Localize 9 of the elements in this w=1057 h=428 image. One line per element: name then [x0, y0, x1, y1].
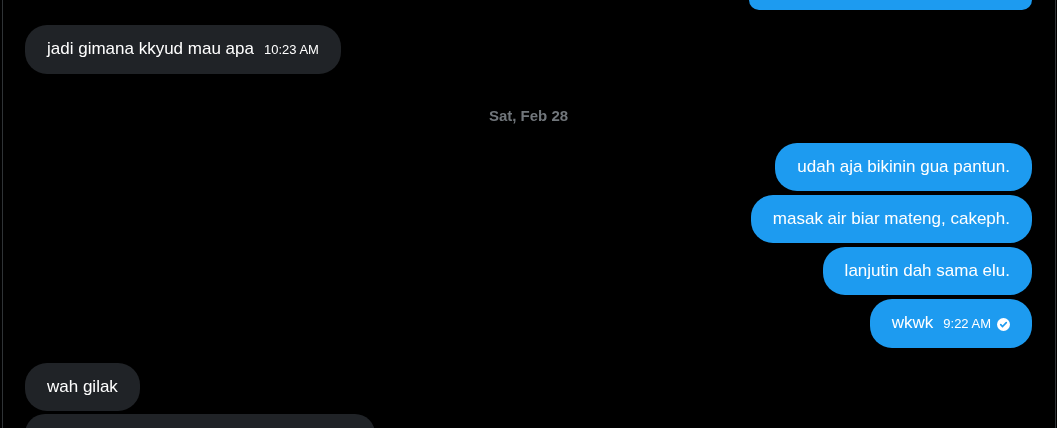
- message-text: udah aja bikinin gua pantun.: [797, 156, 1010, 178]
- message-time: 10:23 AM: [263, 41, 319, 59]
- message-text: wkwk: [891, 312, 934, 334]
- message-time: 9:22 AM: [943, 315, 991, 333]
- message-text: wah gilak: [47, 376, 118, 398]
- message-text: masak air biar mateng, cakeph.: [772, 208, 1010, 230]
- message-text: jadi gimana kkyud mau apa: [47, 38, 254, 60]
- date-separator: Sat, Feb 28: [488, 106, 569, 126]
- message-text: lanjutin dah sama elu.: [844, 260, 1010, 282]
